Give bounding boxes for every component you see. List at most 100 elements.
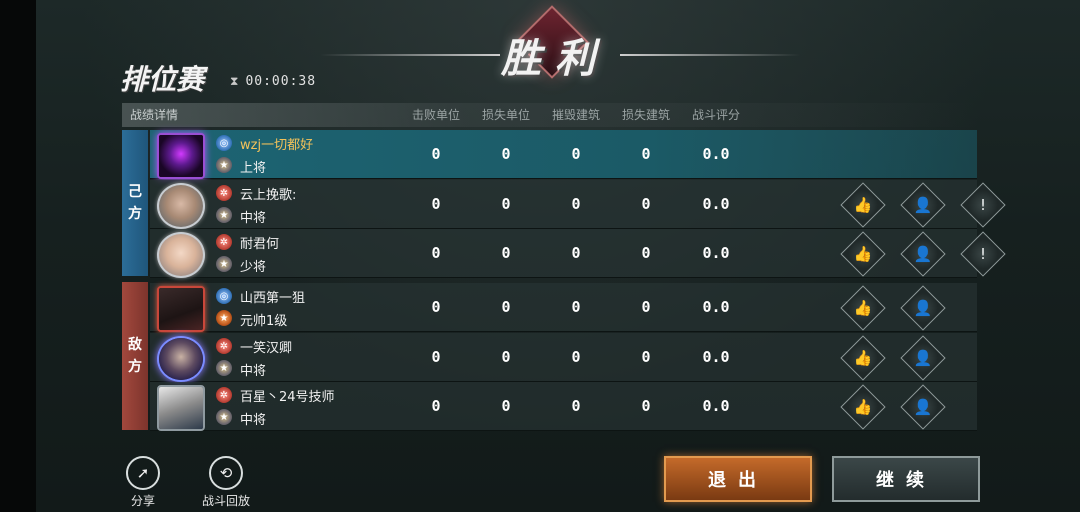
avatar[interactable] — [157, 232, 205, 278]
stat-losses: 0 — [501, 244, 511, 262]
continue-button[interactable]: 继续 — [832, 456, 980, 502]
stat-destroyed-buildings: 0 — [571, 244, 581, 262]
like-button[interactable]: 👍 — [840, 285, 886, 331]
rank-medal-icon: ★ — [216, 310, 232, 326]
stat-score: 0.0 — [702, 244, 730, 262]
stat-score: 0.0 — [702, 145, 730, 163]
stat-lost-buildings: 0 — [641, 145, 651, 163]
ally-label-char: 方 — [128, 206, 142, 222]
col-lost-buildings: 损失建筑 — [621, 108, 670, 122]
stat-destroyed-buildings: 0 — [571, 397, 581, 415]
add-friend-button[interactable]: 👤 — [900, 182, 946, 228]
rank-medal-icon: ★ — [216, 409, 232, 425]
stat-destroyed-buildings: 0 — [571, 298, 581, 316]
player-rank: 中将 — [240, 211, 267, 226]
stat-kills: 0 — [431, 145, 441, 163]
stat-kills: 0 — [431, 397, 441, 415]
exit-button[interactable]: 退出 — [664, 456, 812, 502]
report-button[interactable]: ! — [960, 182, 1006, 228]
replay-camera-icon: ⟲ — [209, 456, 243, 490]
player-name: 耐君何 — [240, 237, 280, 252]
like-button[interactable]: 👍 — [840, 384, 886, 430]
add-friend-icon: 👤 — [913, 349, 933, 367]
player-rank: 中将 — [240, 364, 267, 379]
add-friend-button[interactable]: 👤 — [900, 384, 946, 430]
stat-kills: 0 — [431, 348, 441, 366]
share-label: 分享 — [130, 494, 155, 508]
stat-kills: 0 — [431, 298, 441, 316]
player-row-enemy-1[interactable]: ◎ 山西第一狙 ★ 元帅1级 0 0 0 0 0.0 👍 👤 — [150, 283, 977, 332]
ally-team-tab: 己 方 — [122, 130, 148, 276]
report-icon: ! — [979, 195, 987, 214]
rank-badge-icon: ◎ — [216, 135, 232, 151]
enemy-label-char: 敌 — [128, 337, 142, 353]
thumbs-up-icon: 👍 — [853, 299, 873, 317]
mode-title: 排位赛 — [120, 63, 205, 96]
like-button[interactable]: 👍 — [840, 182, 886, 228]
avatar[interactable] — [157, 336, 205, 382]
match-timer: ⧗ 00:00:38 — [230, 74, 316, 89]
col-destroyed-buildings: 摧毁建筑 — [551, 108, 600, 122]
stat-destroyed-buildings: 0 — [571, 348, 581, 366]
stat-kills: 0 — [431, 195, 441, 213]
hourglass-icon: ⧗ — [230, 74, 240, 88]
player-rank: 少将 — [240, 260, 267, 275]
rank-badge-icon: ◎ — [216, 288, 232, 304]
add-friend-button[interactable]: 👤 — [900, 231, 946, 277]
stat-score: 0.0 — [702, 348, 730, 366]
report-icon: ! — [979, 244, 987, 263]
player-rank: 中将 — [240, 413, 267, 428]
player-row-ally-1[interactable]: ◎ wzj一切都好 ★ 上将 0 0 0 0 0.0 — [150, 130, 977, 179]
stat-losses: 0 — [501, 348, 511, 366]
stat-lost-buildings: 0 — [641, 397, 651, 415]
ally-label-char: 己 — [128, 184, 142, 200]
avatar[interactable] — [157, 286, 205, 332]
player-row-enemy-2[interactable]: ✲ 一笑汉卿 ★ 中将 0 0 0 0 0.0 👍 👤 — [150, 333, 977, 382]
victory-text: 胜利 — [501, 35, 609, 82]
col-losses: 损失单位 — [481, 108, 530, 122]
rank-badge-icon: ✲ — [216, 338, 232, 354]
left-strip — [0, 0, 36, 512]
add-friend-icon: 👤 — [913, 299, 933, 317]
avatar[interactable] — [157, 133, 205, 179]
like-button[interactable]: 👍 — [840, 231, 886, 277]
rank-medal-icon: ★ — [216, 360, 232, 376]
player-name: 百星丶24号技师 — [240, 390, 335, 405]
rank-medal-icon: ★ — [216, 256, 232, 272]
add-friend-button[interactable]: 👤 — [900, 285, 946, 331]
timer-value: 00:00:38 — [245, 74, 317, 89]
rank-badge-icon: ✲ — [216, 185, 232, 201]
replay-label: 战斗回放 — [202, 494, 251, 508]
add-friend-button[interactable]: 👤 — [900, 335, 946, 381]
report-button[interactable]: ! — [960, 231, 1006, 277]
rank-badge-icon: ✲ — [216, 234, 232, 250]
victory-banner: 胜利 — [320, 5, 800, 82]
stat-score: 0.0 — [702, 397, 730, 415]
rank-medal-icon: ★ — [216, 157, 232, 173]
stat-kills: 0 — [431, 244, 441, 262]
result-screen: 胜利 排位赛 ⧗ 00:00:38 战绩详情 击败单位 损失单位 摧毁建筑 损失建… — [0, 0, 1080, 512]
stat-lost-buildings: 0 — [641, 195, 651, 213]
thumbs-up-icon: 👍 — [853, 196, 873, 214]
avatar[interactable] — [157, 385, 205, 431]
banner-wing-right — [620, 54, 800, 56]
replay-button[interactable]: ⟲ 战斗回放 — [202, 456, 250, 509]
player-rank: 上将 — [240, 161, 267, 176]
add-friend-icon: 👤 — [913, 196, 933, 214]
rank-badge-icon: ✲ — [216, 387, 232, 403]
thumbs-up-icon: 👍 — [853, 349, 873, 367]
player-row-enemy-3[interactable]: ✲ 百星丶24号技师 ★ 中将 0 0 0 0 0.0 👍 👤 — [150, 382, 977, 431]
enemy-label-char: 方 — [128, 359, 142, 375]
player-row-ally-2[interactable]: ✲ 云上挽歌: ★ 中将 0 0 0 0 0.0 👍 👤 ! — [150, 180, 1006, 229]
player-name: 山西第一狙 — [240, 291, 306, 306]
rank-medal-icon: ★ — [216, 207, 232, 223]
player-row-ally-3[interactable]: ✲ 耐君何 ★ 少将 0 0 0 0 0.0 👍 👤 ! — [150, 229, 1006, 278]
thumbs-up-icon: 👍 — [853, 398, 873, 416]
avatar[interactable] — [157, 183, 205, 229]
stat-losses: 0 — [501, 397, 511, 415]
share-button[interactable]: ➚ 分享 — [126, 456, 160, 509]
like-button[interactable]: 👍 — [840, 335, 886, 381]
col-battle-score: 战斗评分 — [691, 108, 740, 122]
col-kills: 击败单位 — [411, 108, 460, 122]
stat-score: 0.0 — [702, 195, 730, 213]
